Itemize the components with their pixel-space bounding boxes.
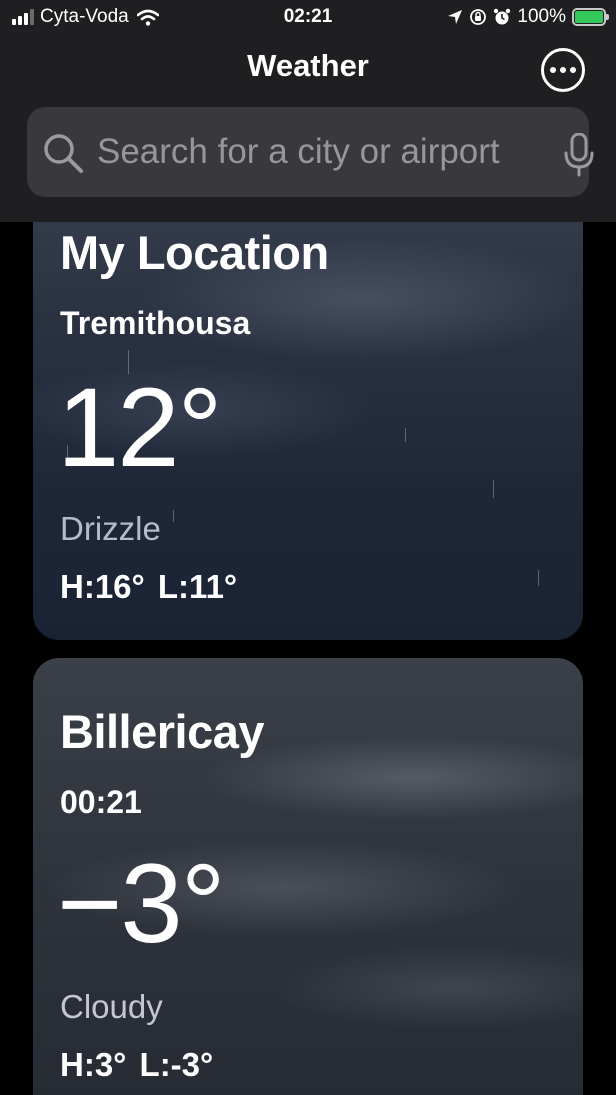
location-arrow-icon: [448, 10, 463, 24]
rain-streak: [538, 570, 539, 586]
card-condition: Drizzle: [60, 510, 161, 547]
card-high-low: H:3° L:-3°: [60, 1046, 214, 1083]
orientation-lock-icon: [470, 9, 487, 25]
location-card-my-location[interactable]: My Location Tremithousa 12° Drizzle H:16…: [33, 150, 583, 640]
card-temperature: 12°: [57, 365, 222, 490]
rain-streak: [405, 428, 406, 442]
battery-icon: [572, 8, 609, 26]
battery-percent: 100%: [517, 6, 566, 27]
card-subtitle: Tremithousa: [60, 305, 251, 341]
rain-streak: [493, 480, 494, 498]
status-bar: Cyta-Voda 02:21 100%: [0, 0, 616, 34]
card-title: Billericay: [60, 705, 265, 758]
ellipsis-dot: [550, 67, 556, 73]
search-input[interactable]: [97, 125, 537, 179]
alarm-icon: [494, 8, 511, 25]
search-icon: [44, 134, 83, 173]
more-options-button[interactable]: [541, 48, 585, 92]
card-subtitle: 00:21: [60, 784, 142, 820]
search-bar[interactable]: [27, 107, 594, 197]
card-high-low: H:16° L:11°: [60, 568, 238, 605]
page-title: Weather: [247, 48, 369, 83]
ellipsis-dot: [570, 67, 576, 73]
rain-streak: [173, 510, 174, 522]
location-card-billericay[interactable]: Billericay 00:21 −3° Cloudy H:3° L:-3°: [33, 658, 583, 1095]
battery-fill: [575, 11, 603, 23]
top-bar: Cyta-Voda 02:21 100% Weather Search for …: [0, 0, 616, 222]
microphone-icon[interactable]: [564, 133, 594, 177]
status-right: 100%: [447, 6, 609, 28]
weather-screen: My Location Tremithousa 12° Drizzle H:16…: [0, 0, 616, 1095]
card-temperature: −3°: [57, 841, 225, 966]
ellipsis-dot: [560, 67, 566, 73]
card-condition: Cloudy: [60, 988, 163, 1025]
card-title: My Location: [60, 226, 329, 279]
